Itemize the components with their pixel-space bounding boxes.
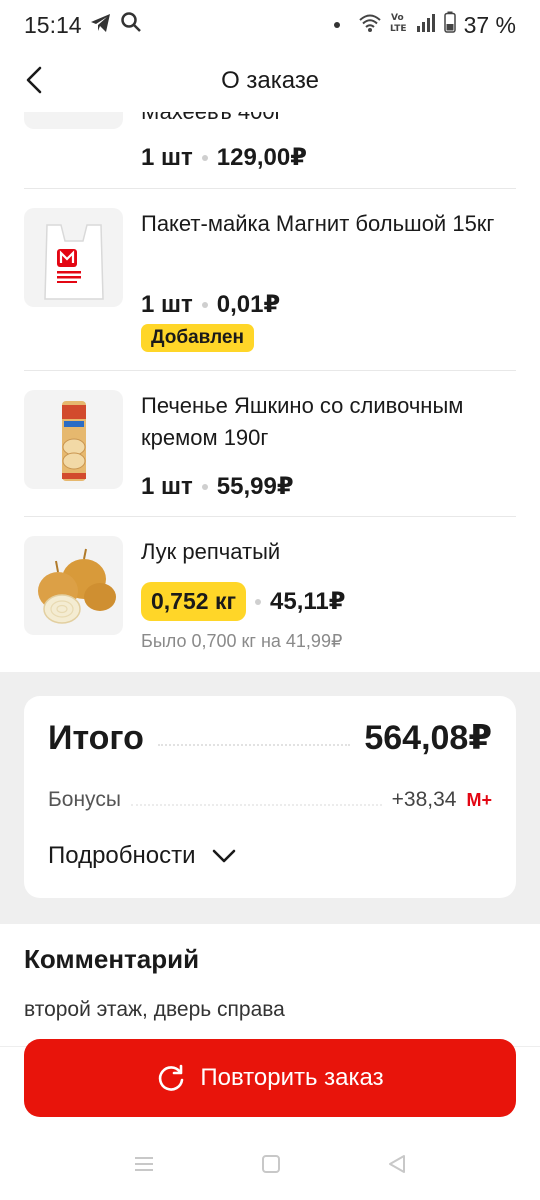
dotted-leader <box>157 744 351 746</box>
divider <box>24 516 516 517</box>
search-icon <box>120 11 142 39</box>
separator-dot <box>255 598 262 605</box>
home-nav-icon[interactable] <box>261 1154 281 1179</box>
product-price: 55,99₽ <box>216 473 294 500</box>
bonus-label: Бонусы <box>48 788 121 811</box>
product-name: Печенье Яшкино со сливочным кремом 190г <box>141 393 464 450</box>
product-image <box>24 390 123 489</box>
weight-changed-badge: 0,752 кг <box>141 582 247 621</box>
bonus-value: +38,34 <box>391 788 457 811</box>
status-bar: 15:14 Vo LTE 37 % <box>0 0 540 50</box>
details-label: Подробности <box>48 842 196 869</box>
product-price: 45,11₽ <box>270 588 346 615</box>
status-time: 15:14 <box>24 11 82 38</box>
product-price: 129,00₽ <box>216 144 307 171</box>
product-price: 0,01₽ <box>216 291 281 318</box>
notification-dot-icon <box>333 22 340 28</box>
comment-text: второй этаж, дверь справа <box>24 998 285 1021</box>
svg-text:LTE: LTE <box>390 24 407 33</box>
bag-icon <box>43 223 104 300</box>
repeat-order-button[interactable]: Повторить заказ <box>24 1039 516 1117</box>
cookie-tube-icon <box>61 400 86 481</box>
menu-nav-icon[interactable] <box>133 1155 155 1178</box>
qty-price-line: 1 шт 0,01₽ <box>141 290 280 319</box>
product-qty: 1 шт <box>141 290 193 318</box>
bonus-row: Бонусы +38,34 М+ <box>48 788 492 812</box>
product-image <box>24 208 123 307</box>
back-button[interactable] <box>14 60 54 100</box>
telegram-icon <box>90 12 112 39</box>
total-value: 564,08₽ <box>364 719 492 757</box>
qty-price-line: 1 шт 55,99₽ <box>141 472 294 501</box>
divider <box>24 370 516 371</box>
signal-icon <box>416 12 436 39</box>
separator-dot <box>201 301 208 308</box>
onion-icon <box>37 548 116 624</box>
chevron-left-icon <box>26 66 42 94</box>
summary-section: Итого 564,08₽ Бонусы +38,34 М+ Подробнос… <box>0 672 540 924</box>
svg-text:Vo: Vo <box>391 13 404 23</box>
dotted-leader <box>130 804 382 806</box>
separator-dot <box>201 483 208 490</box>
total-row: Итого 564,08₽ <box>48 718 492 758</box>
comment-title: Комментарий <box>24 944 200 974</box>
page-title: О заказе <box>221 67 319 94</box>
volte-icon: Vo LTE <box>390 11 408 39</box>
added-badge: Добавлен <box>141 324 254 352</box>
product-qty: 1 шт <box>141 472 193 500</box>
qty-price-line: 0,752 кг 45,11₽ <box>141 582 345 621</box>
total-card: Итого 564,08₽ Бонусы +38,34 М+ Подробнос… <box>24 696 516 898</box>
original-qty-note: Было 0,700 кг на 41,99₽ <box>141 631 343 651</box>
list-item[interactable]: Печенье Яшкино со сливочным кремом 190г … <box>24 390 516 516</box>
repeat-order-label: Повторить заказ <box>200 1064 384 1091</box>
total-label: Итого <box>48 718 144 757</box>
product-image <box>24 536 123 635</box>
system-nav-bar <box>0 1132 540 1200</box>
qty-price-line: 1 шт 129,00₽ <box>141 143 307 172</box>
product-name: Пакет-майка Магнит большой 15кг <box>141 211 495 236</box>
chevron-down-icon <box>212 849 235 863</box>
order-items-list[interactable]: Махеевъ 400г 1 шт 129,00₽ Пакет-майка Ма… <box>0 60 540 672</box>
battery-icon <box>443 11 456 39</box>
separator-dot <box>201 154 208 161</box>
app-header: О заказе <box>0 50 540 112</box>
list-item[interactable]: Лук репчатый 0,752 кг 45,11₽ Было 0,700 … <box>24 536 516 672</box>
divider <box>24 188 516 189</box>
details-toggle[interactable]: Подробности <box>48 842 236 870</box>
list-item[interactable]: Пакет-майка Магнит большой 15кг 1 шт 0,0… <box>24 208 516 370</box>
product-qty: 1 шт <box>141 143 193 171</box>
battery-percent: 37 % <box>463 11 516 38</box>
refresh-icon <box>159 1064 184 1091</box>
magnit-plus-badge: М+ <box>466 789 492 810</box>
back-nav-icon[interactable] <box>387 1154 407 1179</box>
product-name: Лук репчатый <box>141 539 281 564</box>
wifi-icon <box>358 12 382 39</box>
bottom-action-bar: Повторить заказ <box>0 1039 540 1130</box>
